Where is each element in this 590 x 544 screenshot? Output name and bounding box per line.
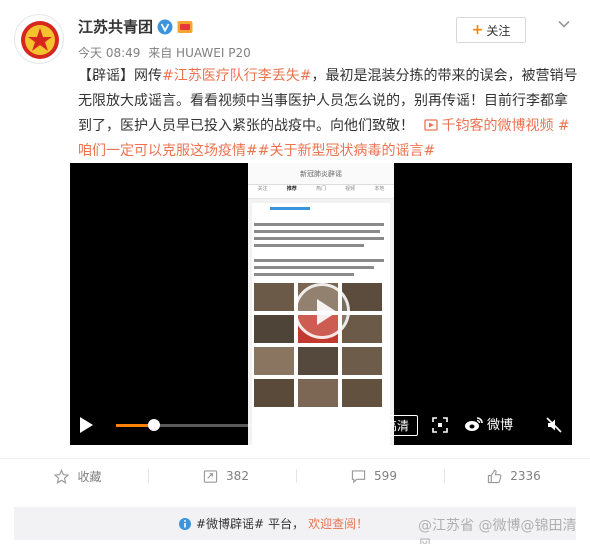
video-time: 0:03/0:15	[306, 418, 364, 432]
footer-content: #微博辟谣# 平台， 欢迎查阅！	[178, 515, 368, 532]
phone-text-line	[254, 273, 354, 276]
weibo-post-card: 江苏共青团 今天 08:49 来自 HUAWEI P20 + 关注 【辟谣】网传…	[0, 0, 590, 544]
topic-link-luggage[interactable]: #江苏医疗队行李丢失#	[162, 68, 311, 84]
phone-tab: 本地	[374, 186, 385, 192]
favorite-button[interactable]: 收藏	[8, 459, 148, 493]
video-controls: 0:03/0:15 高清 微博	[70, 405, 572, 445]
comment-count: 599	[374, 469, 397, 483]
footer-middle: 平台，	[268, 517, 305, 531]
phone-photo	[254, 315, 294, 343]
progress-bar[interactable]	[116, 419, 304, 431]
progress-knob[interactable]	[147, 419, 160, 431]
phone-tabs: 关注 推荐 热门 视频 本地	[248, 185, 394, 199]
phone-photo	[342, 379, 382, 407]
weibo-brand: 微博	[464, 414, 513, 433]
post-time[interactable]: 今天 08:49	[78, 46, 140, 60]
phone-text-line	[254, 230, 380, 233]
author-avatar[interactable]	[14, 14, 64, 64]
star-icon	[54, 468, 70, 484]
divider	[148, 469, 149, 483]
phone-tab: 视频	[345, 186, 356, 192]
comment-button[interactable]: 599	[304, 459, 444, 493]
video-link[interactable]: 千钧客的微博视频	[418, 118, 557, 134]
info-icon	[179, 517, 191, 530]
phone-title: 新冠肺炎辟谣	[248, 163, 394, 185]
brand-label: 微博	[487, 418, 514, 433]
phone-photo	[254, 347, 294, 375]
follow-button[interactable]: + 关注	[456, 17, 526, 43]
chevron-down-icon[interactable]	[557, 17, 571, 31]
phone-photo	[298, 347, 338, 375]
video-link-label: 千钧客的微博视频	[441, 118, 554, 134]
quality-button[interactable]: 高清	[376, 415, 418, 436]
watermark-text: @江苏省 @微博@锦田清风	[418, 518, 577, 544]
fullscreen-icon[interactable]	[432, 417, 448, 433]
phone-photo	[254, 283, 294, 311]
text-lead: 网传	[134, 68, 162, 84]
phone-photo	[298, 379, 338, 407]
volume-mute-icon[interactable]	[546, 417, 562, 433]
video-player[interactable]: 新冠肺炎辟谣 关注 推荐 热门 视频 本地 0:03/0:15 高清 微博	[70, 163, 572, 445]
phone-text-line	[270, 207, 310, 210]
author-row: 江苏共青团	[78, 16, 193, 37]
league-emblem-icon	[21, 21, 59, 59]
action-bar: 收藏 382 599 2336	[0, 458, 590, 492]
member-badge-icon	[177, 20, 193, 33]
like-button[interactable]: 2336	[444, 459, 584, 493]
phone-text-line	[254, 259, 384, 262]
phone-photo	[342, 347, 382, 375]
post-source: 来自 HUAWEI P20	[148, 46, 251, 60]
plus-icon: +	[471, 22, 484, 38]
follow-label: 关注	[486, 23, 511, 38]
weibo-logo-icon	[465, 416, 483, 431]
topic-link-rumors[interactable]: #关于新型冠状病毒的谣言#	[258, 143, 435, 159]
verified-v-icon	[157, 19, 173, 34]
phone-text-line	[254, 244, 364, 247]
weibo-rumor-topic[interactable]: #微博辟谣#	[196, 515, 264, 532]
thumbs-up-icon	[488, 469, 502, 483]
repost-button[interactable]: 382	[156, 459, 296, 493]
big-play-button[interactable]	[294, 283, 350, 339]
repost-icon	[203, 469, 218, 483]
phone-tab: 热门	[315, 186, 326, 192]
author-name[interactable]: 江苏共青团	[78, 16, 153, 37]
play-icon	[317, 299, 337, 325]
divider	[296, 469, 297, 483]
post-meta: 今天 08:49 来自 HUAWEI P20	[78, 44, 255, 61]
phone-tab: 推荐	[286, 186, 297, 192]
footer-link[interactable]: 欢迎查阅！	[308, 515, 368, 532]
play-icon[interactable]	[80, 417, 93, 433]
phone-text-line	[254, 266, 374, 269]
repost-count: 382	[226, 469, 249, 483]
phone-text-line	[254, 223, 384, 226]
post-text: 【辟谣】网传#江苏医疗队行李丢失#，最初是混装分拣的带来的误会，被营销号无限放大…	[78, 64, 578, 164]
phone-photo	[254, 379, 294, 407]
comment-icon	[351, 469, 366, 483]
favorite-label: 收藏	[77, 469, 102, 484]
like-count: 2336	[510, 469, 541, 483]
video-link-icon	[424, 119, 439, 131]
phone-tab: 关注	[257, 186, 268, 192]
rumor-tag: 【辟谣】	[78, 68, 134, 84]
phone-text-line	[254, 237, 384, 240]
watermark: @江苏省 @微博@锦田清风	[418, 515, 590, 544]
